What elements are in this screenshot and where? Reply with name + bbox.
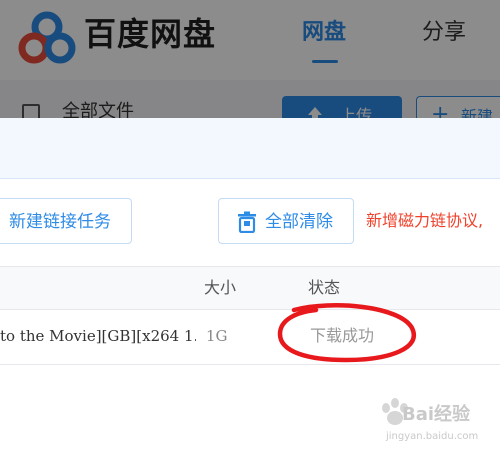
red-circle-annotation xyxy=(277,303,416,363)
new-link-task-label: 新建链接任务 xyxy=(9,212,111,232)
new-link-task-button[interactable]: 新建链接任务 xyxy=(0,198,132,244)
column-header-size: 大小 xyxy=(204,278,237,297)
watermark-text: Bai经验 xyxy=(402,404,471,425)
clear-all-button[interactable]: 全部清除 xyxy=(218,198,354,244)
task-file-name: to the Movie][GB][x264 1... xyxy=(0,327,196,345)
watermark-url: jingyan.baidu.com xyxy=(386,431,479,442)
task-file-size: 1G xyxy=(206,327,228,345)
trash-icon xyxy=(238,211,256,233)
magnet-protocol-notice[interactable]: 新增磁力链协议, xyxy=(366,210,483,232)
column-header-status: 状态 xyxy=(308,278,341,297)
dialog-header xyxy=(0,118,500,179)
table-header: 大小 状态 xyxy=(0,266,500,310)
table-row[interactable]: to the Movie][GB][x264 1... 1G 下载成功 xyxy=(0,310,500,365)
clear-all-label: 全部清除 xyxy=(265,212,333,232)
